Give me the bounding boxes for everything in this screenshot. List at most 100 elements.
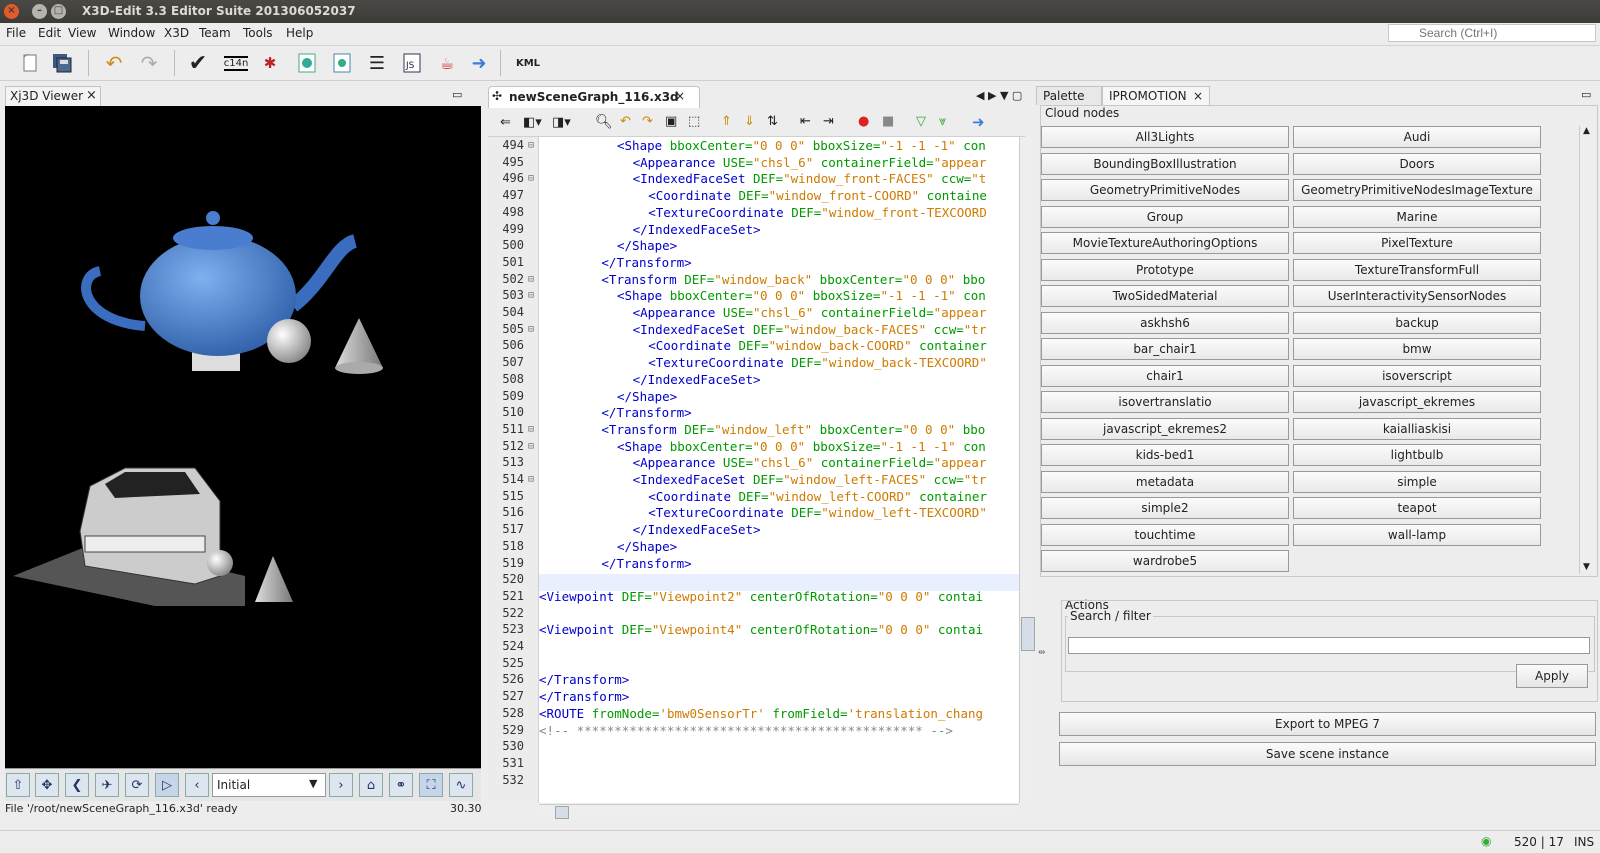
minimize-panel-icon[interactable]: ▭ xyxy=(452,88,462,101)
record-macro-icon[interactable]: ● xyxy=(858,114,869,129)
cloud-node-button[interactable]: javascript_ekremes xyxy=(1293,391,1541,413)
back-icon[interactable]: ◧▾ xyxy=(523,115,542,130)
shift-left-icon[interactable]: ⇤ xyxy=(800,114,811,129)
scroll-thumb[interactable] xyxy=(1021,617,1035,651)
walk-icon[interactable]: ⇧ xyxy=(6,773,30,797)
forward-arrow-icon[interactable]: ➜ xyxy=(467,51,491,75)
pan-icon[interactable]: ✥ xyxy=(35,773,59,797)
cloud-node-button[interactable]: GeometryPrimitiveNodesImageTexture xyxy=(1293,179,1541,201)
cloud-node-button[interactable]: bar_chair1 xyxy=(1041,338,1289,360)
close-tab-icon[interactable]: × xyxy=(1193,87,1203,106)
cloud-node-button[interactable]: All3Lights xyxy=(1041,126,1289,148)
java-icon[interactable]: ☕ xyxy=(435,51,459,75)
cloud-node-button[interactable]: wardrobe5 xyxy=(1041,550,1289,572)
fold-toggle-icon[interactable]: ⊟ xyxy=(528,441,534,452)
menu-window[interactable]: Window xyxy=(108,26,155,40)
fit-view-icon[interactable]: ⛶ xyxy=(419,773,443,797)
fold-toggle-icon[interactable]: ⊟ xyxy=(528,140,534,151)
next-viewpoint-icon[interactable]: › xyxy=(329,773,353,797)
home-icon[interactable]: ⌂ xyxy=(359,773,383,797)
cobweb-icon[interactable] xyxy=(330,51,354,75)
cloud-node-button[interactable]: simple xyxy=(1293,470,1541,493)
cloud-node-button[interactable]: GeometryPrimitiveNodes xyxy=(1041,179,1289,201)
javascript-icon[interactable]: JS xyxy=(400,51,424,75)
cloud-node-button[interactable]: javascript_ekremes2 xyxy=(1041,417,1289,440)
cloud-node-button[interactable]: Audi xyxy=(1293,126,1541,148)
fold-toggle-icon[interactable]: ⊟ xyxy=(528,173,534,184)
straighten-icon[interactable]: ∿ xyxy=(449,773,473,797)
list-icon[interactable]: ☰ xyxy=(365,51,389,75)
shift-right-icon[interactable]: ⇥ xyxy=(823,114,834,129)
cloud-node-button[interactable]: teapot xyxy=(1293,497,1541,519)
save-scene-instance-button[interactable]: Save scene instance xyxy=(1059,742,1596,766)
select-icon[interactable]: ⬚ xyxy=(688,114,700,129)
toggle-bookmark-icon[interactable]: ⇅ xyxy=(767,114,778,129)
fold-toggle-icon[interactable]: ⊟ xyxy=(528,274,534,285)
web3d-icon[interactable] xyxy=(295,51,319,75)
cloud-node-button[interactable]: backup xyxy=(1293,311,1541,334)
viewer-tab[interactable]: Xj3D Viewer × xyxy=(5,86,101,106)
expand-all-icon[interactable]: ⩔ xyxy=(939,114,946,129)
redo-icon[interactable]: ↷ xyxy=(137,51,161,75)
fold-toggle-icon[interactable]: ⊟ xyxy=(528,424,534,435)
cloud-node-button[interactable]: kaialliaskisi xyxy=(1293,417,1541,440)
splitter-handle-icon[interactable]: ⇹ xyxy=(1038,648,1046,658)
cloud-node-button[interactable]: BoundingBoxIllustration xyxy=(1041,152,1289,175)
find-previous-icon[interactable]: ↶ xyxy=(620,114,631,129)
editor-tab[interactable]: ✣ newSceneGraph_116.x3d × xyxy=(488,86,700,108)
code-editor[interactable]: <Shape bboxCenter="0 0 0" bboxSize="-1 -… xyxy=(539,137,1019,803)
undo-icon[interactable]: ↶ xyxy=(102,51,126,75)
cloud-node-button[interactable]: TextureTransformFull xyxy=(1293,258,1541,281)
cloud-node-button[interactable]: metadata xyxy=(1041,470,1289,493)
cloud-node-button[interactable]: chair1 xyxy=(1041,364,1289,387)
cloud-node-button[interactable]: Group xyxy=(1041,205,1289,228)
tab-list-icon[interactable]: ▼ xyxy=(1000,89,1008,102)
minimize-panel-icon[interactable]: ▭ xyxy=(1581,88,1591,101)
scroll-right-icon[interactable]: ▶ xyxy=(988,89,996,102)
export-mpeg7-button[interactable]: Export to MPEG 7 xyxy=(1059,712,1596,736)
viewpoint-select[interactable]: Initial ▼ xyxy=(212,773,326,797)
close-window-icon[interactable]: × xyxy=(4,4,19,19)
look-at-icon[interactable]: ▷ xyxy=(155,773,179,797)
tab-palette[interactable]: Palette xyxy=(1036,86,1102,105)
editor-horizontal-scrollbar[interactable] xyxy=(539,804,1019,819)
fold-toggle-icon[interactable]: ⊟ xyxy=(528,474,534,485)
stop-macro-icon[interactable]: ■ xyxy=(882,114,894,129)
scroll-thumb[interactable] xyxy=(555,806,569,819)
menu-edit[interactable]: Edit xyxy=(38,26,61,40)
apply-button[interactable]: Apply xyxy=(1516,664,1588,688)
menu-file[interactable]: File xyxy=(6,26,26,40)
validate-check-icon[interactable]: ✔ xyxy=(186,51,210,76)
filter-input[interactable] xyxy=(1068,637,1590,654)
next-bookmark-icon[interactable]: ⇓ xyxy=(744,114,755,129)
cloud-node-button[interactable]: askhsh6 xyxy=(1041,311,1289,334)
binoculars-icon[interactable]: ⚭ xyxy=(389,773,413,797)
menu-x3d[interactable]: X3D xyxy=(164,26,189,40)
kml-icon[interactable]: KML xyxy=(514,51,542,75)
cloud-node-button[interactable]: UserInteractivitySensorNodes xyxy=(1293,285,1541,307)
find-icon[interactable]: 🔍︎ xyxy=(595,114,613,130)
minimize-window-icon[interactable]: – xyxy=(32,4,47,19)
fold-toggle-icon[interactable]: ⊟ xyxy=(528,324,534,335)
editor-vertical-scrollbar[interactable] xyxy=(1019,137,1035,803)
scroll-down-icon[interactable]: ▼ xyxy=(1583,562,1590,572)
new-file-icon[interactable] xyxy=(18,51,42,75)
collapse-icon[interactable]: ▽ xyxy=(916,114,926,129)
c14n-icon[interactable]: c14n xyxy=(222,51,250,75)
fly-icon[interactable]: ✈ xyxy=(95,773,119,797)
menu-tools[interactable]: Tools xyxy=(243,26,273,40)
cloud-node-button[interactable]: touchtime xyxy=(1041,523,1289,546)
menu-help[interactable]: Help xyxy=(286,26,313,40)
save-all-icon[interactable] xyxy=(50,51,74,75)
menu-team[interactable]: Team xyxy=(199,26,231,40)
previous-viewpoint-icon[interactable]: ‹ xyxy=(185,773,209,797)
last-edit-icon[interactable]: ⇐ xyxy=(500,115,511,130)
close-tab-icon[interactable]: × xyxy=(675,89,685,103)
forward-icon[interactable]: ◨▾ xyxy=(552,115,571,130)
scroll-left-icon[interactable]: ◀ xyxy=(976,89,984,102)
run-icon[interactable]: ➜ xyxy=(972,113,985,131)
cloud-node-button[interactable]: PixelTexture xyxy=(1293,232,1541,254)
cloud-node-button[interactable]: lightbulb xyxy=(1293,444,1541,466)
maximize-window-icon[interactable]: □ xyxy=(51,4,66,19)
cloud-node-button[interactable]: TwoSidedMaterial xyxy=(1041,285,1289,307)
